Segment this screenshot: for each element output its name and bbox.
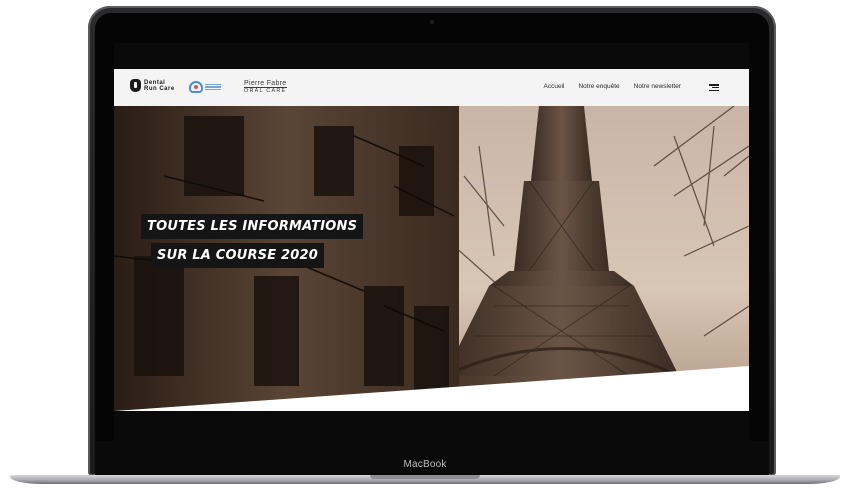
main-nav: Accueil Notre enquête Notre newsletter <box>544 83 682 90</box>
partner-heart-logo[interactable] <box>189 79 225 95</box>
nav-item-notre-newsletter[interactable]: Notre newsletter <box>634 83 681 90</box>
dental-logo-line2: Run Care <box>144 85 175 92</box>
hero-banner: TOUTES LES INFORMATIONS SUR LA COURSE 20… <box>114 106 749 411</box>
partner-logo-lines <box>205 83 221 91</box>
pierre-fabre-logo-line1: Pierre Fabre <box>244 80 287 87</box>
tooth-icon <box>130 79 141 92</box>
pierre-fabre-logo-line2: ORAL CARE <box>244 87 287 94</box>
laptop-base-notch <box>370 475 480 479</box>
nav-item-accueil[interactable]: Accueil <box>544 83 565 90</box>
screen-bottom <box>114 411 749 441</box>
dental-logo-text: Dental Run Care <box>144 80 175 92</box>
hero-title-line2: SUR LA COURSE 2020 <box>151 243 325 268</box>
pierre-fabre-logo[interactable]: Pierre Fabre ORAL CARE <box>244 80 287 95</box>
laptop-screen: Dental Run Care Pierre Fabre ORAL CARE A… <box>114 43 749 441</box>
dental-run-care-logo[interactable]: Dental Run Care <box>130 79 175 92</box>
device-brand-label: MacBook <box>403 459 447 470</box>
hamburger-menu-icon[interactable] <box>709 84 719 91</box>
site-header: Dental Run Care Pierre Fabre ORAL CARE A… <box>114 69 749 106</box>
nav-item-notre-enquete[interactable]: Notre enquête <box>578 83 619 90</box>
camera-icon <box>430 20 434 24</box>
hero-title-line1: TOUTES LES INFORMATIONS <box>141 214 364 239</box>
heart-icon <box>189 81 203 93</box>
